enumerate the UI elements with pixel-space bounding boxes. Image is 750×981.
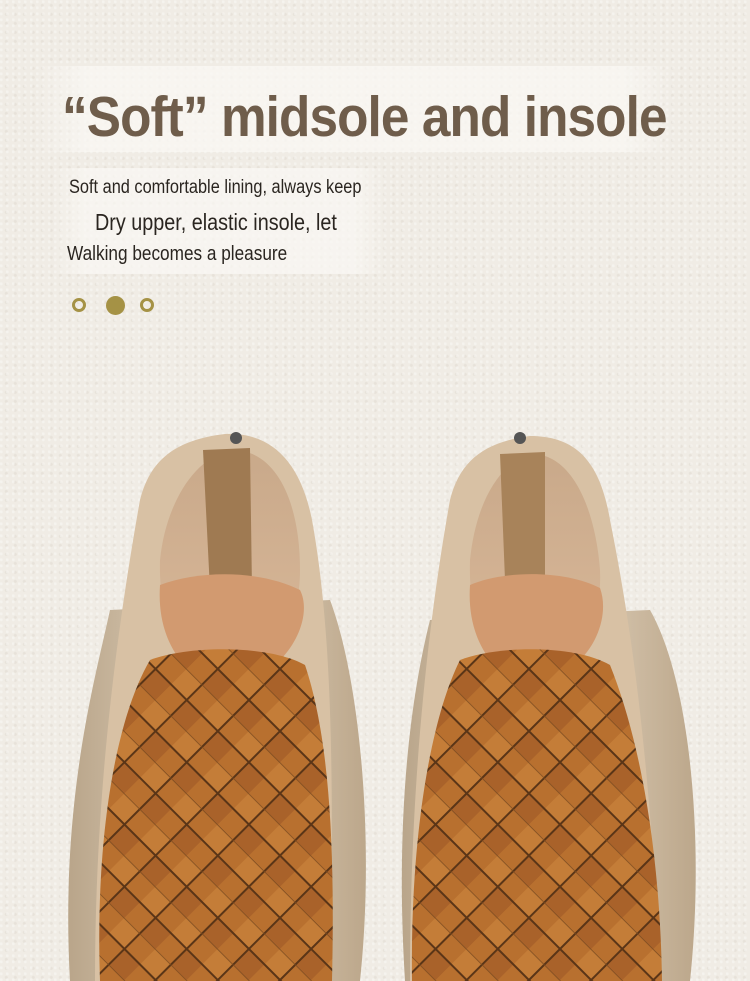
left-shoe bbox=[68, 432, 366, 981]
headline: “Soft” midsole and insole bbox=[62, 85, 667, 149]
indicator-dot-1[interactable] bbox=[72, 298, 86, 312]
copy-line-1: Soft and comfortable lining, always keep bbox=[69, 177, 362, 198]
carousel-indicator bbox=[70, 296, 170, 320]
indicator-dot-2-active[interactable] bbox=[106, 296, 125, 315]
product-page: “Soft” midsole and insole Soft and comfo… bbox=[0, 0, 750, 981]
right-shoe bbox=[401, 432, 696, 981]
indicator-dot-3[interactable] bbox=[140, 298, 154, 312]
copy-line-3: Walking becomes a pleasure bbox=[67, 243, 288, 265]
woven-leather-shoes-photo bbox=[68, 432, 696, 981]
copy-line-2: Dry upper, elastic insole, let bbox=[95, 209, 337, 235]
